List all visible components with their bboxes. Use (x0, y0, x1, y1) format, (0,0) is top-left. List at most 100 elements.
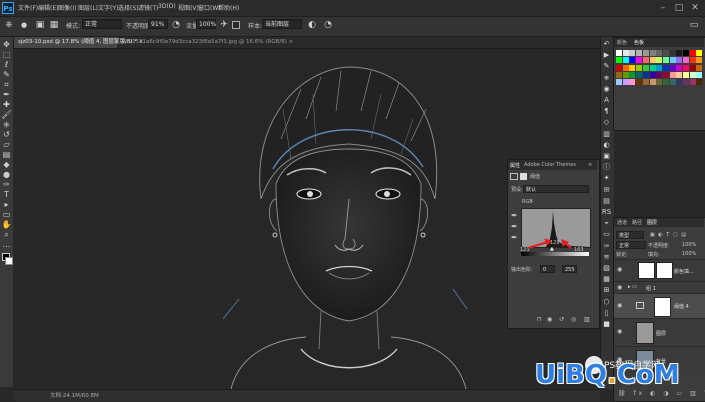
info-panel-icon[interactable]: ⓘ (601, 162, 612, 173)
color-swatch[interactable] (669, 57, 676, 64)
layer-kind-filter[interactable]: 类型 (616, 231, 644, 239)
color-swatch[interactable] (669, 50, 676, 56)
tab-color[interactable]: 颜色 (617, 39, 627, 46)
color-swatch[interactable] (636, 79, 643, 86)
color-swatch[interactable] (669, 79, 676, 86)
color-swatch[interactable] (642, 79, 649, 86)
color-swatch[interactable] (683, 79, 689, 86)
color-swatch[interactable] (669, 64, 676, 71)
layer-group-row[interactable]: ◉ ▸ ▭ 组 1 (614, 281, 705, 293)
color-swatch[interactable] (683, 57, 689, 64)
color-swatch[interactable] (676, 57, 683, 64)
eyedropper-white-icon[interactable]: ✒ (511, 233, 518, 242)
color-swatch[interactable] (629, 64, 636, 71)
paths-panel-icon[interactable]: ✑ (601, 241, 612, 252)
color-swatch[interactable] (642, 50, 649, 56)
panel-menu-icon[interactable]: ≡ (588, 162, 592, 168)
color-swatch[interactable] (656, 50, 663, 56)
stamp-tool-icon[interactable]: ⎈ (3, 19, 15, 31)
color-swatch[interactable] (622, 64, 629, 71)
layer-comps-icon[interactable]: ▦ (601, 274, 612, 285)
maximize-button[interactable]: □ (672, 1, 686, 15)
color-swatch[interactable] (622, 57, 629, 64)
color-swatch[interactable] (622, 50, 629, 56)
tab-swatches[interactable]: 色板 (634, 39, 644, 46)
color-swatch[interactable] (656, 57, 663, 64)
swatch-panel-icon[interactable]: ■ (601, 319, 612, 330)
layer-row[interactable]: ◉ 颜色填... (614, 259, 705, 281)
mode-select[interactable]: 正常 (82, 19, 122, 29)
brush-panel-icon[interactable]: ✎ (601, 61, 612, 72)
brush-settings-icon[interactable]: ▣ (34, 19, 46, 31)
glyphs-panel-icon[interactable]: ◇ (601, 117, 612, 128)
color-swatch[interactable] (696, 50, 703, 56)
layer-row[interactable]: ◉ 图层 (614, 318, 705, 346)
color-swatch[interactable] (696, 57, 703, 64)
color-swatch[interactable] (689, 79, 696, 86)
layer-filter-icons[interactable]: ▣ ◐ T ▢ ▤ (650, 232, 687, 238)
paragraph-panel-icon[interactable]: ¶ (601, 106, 612, 117)
color-swatch[interactable] (622, 71, 629, 78)
visibility-eye-icon[interactable]: ◉ (617, 328, 622, 335)
close-window-button[interactable]: ✕ (688, 1, 702, 15)
workspace-icon[interactable]: ▭ (688, 19, 700, 31)
color-swatch[interactable] (649, 79, 656, 86)
visibility-eye-icon[interactable]: ◉ (617, 266, 622, 273)
layer-opacity-value[interactable]: 100% (682, 242, 696, 248)
channel-select[interactable]: RGB (522, 199, 533, 205)
clone-source-icon[interactable]: ▦ (48, 19, 60, 31)
tab-paths[interactable]: 路径 (632, 219, 642, 226)
fill-value[interactable]: 100% (682, 251, 696, 257)
airbrush-icon[interactable]: ✈ (218, 19, 230, 31)
layers-panel-icon[interactable]: ▧ (601, 263, 612, 274)
tab-layers[interactable]: 图层 (647, 219, 657, 226)
color-swatch[interactable] (696, 79, 703, 86)
color-swatch[interactable] (616, 57, 622, 64)
aligned-checkbox[interactable] (232, 21, 240, 29)
color-swatch[interactable] (683, 50, 689, 56)
layer-actions-bar[interactable]: ⛓ fx ◐ ◑ ▭ ▥ 🗑 (618, 390, 705, 397)
tab-channels[interactable]: 通道 (617, 219, 627, 226)
color-swatch[interactable] (649, 50, 656, 56)
color-swatch[interactable] (629, 57, 636, 64)
visibility-eye-icon[interactable]: ◉ (617, 284, 622, 291)
tool-presets-icon[interactable]: ✦ (601, 173, 612, 184)
menu-item[interactable]: 滤镜(T) (138, 3, 158, 12)
color-swatch[interactable] (662, 64, 669, 71)
background-color-icon[interactable] (5, 257, 13, 265)
document-canvas[interactable] (221, 49, 471, 389)
color-swatch[interactable] (649, 71, 656, 78)
preset-select[interactable]: 默认 (523, 185, 589, 193)
menu-item[interactable]: 图像(I) (58, 3, 76, 12)
pressure-opacity-icon[interactable]: ◔ (170, 19, 182, 31)
blend-mode-select[interactable]: 正常 (616, 241, 646, 249)
color-swatch[interactable] (669, 71, 676, 78)
color-swatch[interactable] (642, 64, 649, 71)
output-high-input[interactable]: 255 (562, 265, 577, 273)
brush-preset-icon[interactable]: ● (18, 19, 30, 31)
color-swatch[interactable] (689, 57, 696, 64)
menu-item[interactable]: 文件(F) (18, 3, 38, 12)
styles-panel-icon[interactable]: ▣ (601, 151, 612, 162)
menu-item[interactable]: 图层(L) (78, 3, 98, 12)
device-preview-icon[interactable]: ▯ (601, 308, 612, 319)
notes-panel-icon[interactable]: ✉ (601, 185, 612, 196)
color-swatch[interactable] (616, 64, 622, 71)
tab-properties[interactable]: 属性 (510, 162, 520, 169)
color-swatch[interactable] (616, 50, 622, 56)
actions-panel-icon[interactable]: ▶ (601, 50, 612, 61)
color-swatch[interactable] (696, 64, 703, 71)
color-swatch[interactable] (656, 79, 663, 86)
channels-panel-icon[interactable]: ≋ (601, 252, 612, 263)
tab-adobe-color-themes[interactable]: Adobe Color Themes (524, 162, 576, 168)
visibility-eye-icon[interactable]: ◉ (617, 302, 622, 309)
ignore-adjustment-icon[interactable]: ◐ (306, 19, 318, 31)
color-swatch[interactable] (676, 64, 683, 71)
color-swatch[interactable] (629, 79, 636, 86)
view-previous-icon[interactable]: ◉ (547, 316, 552, 323)
color-swatch[interactable] (636, 71, 643, 78)
color-swatch[interactable] (662, 79, 669, 86)
reset-icon[interactable]: ↺ (559, 316, 564, 323)
color-swatch[interactable] (636, 50, 643, 56)
menu-item[interactable]: 选择(S) (118, 3, 139, 12)
